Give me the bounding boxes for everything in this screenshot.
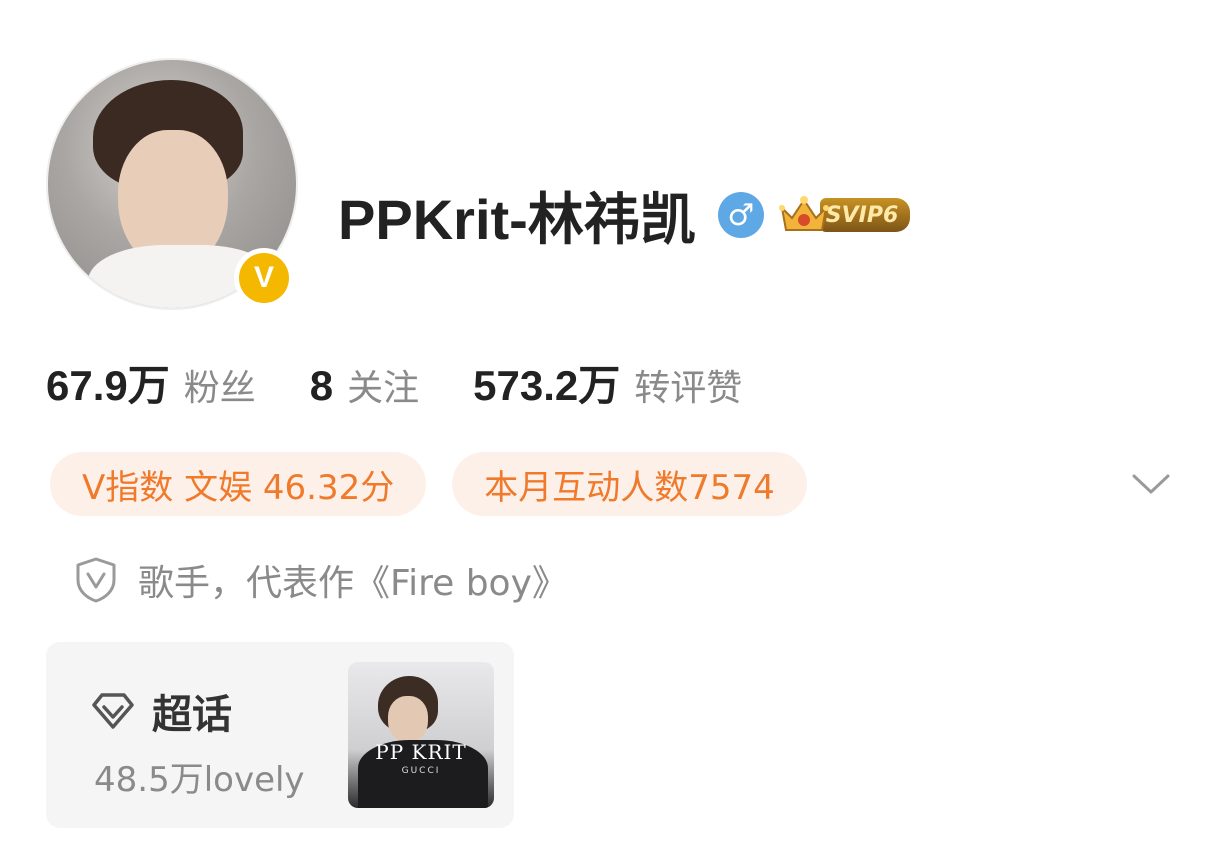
verification-text: 歌手，代表作《Fire boy》: [138, 563, 568, 604]
stat-value: 8: [309, 362, 334, 409]
svip-label: SVIP6: [819, 198, 911, 232]
tag-list: V指数 文娱 46.32分 本月互动人数7574: [50, 452, 807, 516]
stat-value: 67.9万: [46, 362, 170, 409]
diamond-icon: [92, 693, 134, 729]
verification-info: 歌手，代表作《Fire boy》: [74, 552, 568, 608]
shield-v-icon: [76, 557, 116, 603]
name-row: PPKrit-林祎凯 ♂ SVIP6: [338, 180, 911, 251]
svip-badge[interactable]: SVIP6: [778, 194, 911, 236]
thumb-subtitle: GUCCI: [401, 766, 441, 776]
stat-value: 573.2万: [473, 362, 621, 409]
profile-page: V PPKrit-林祎凯 ♂ SVIP6 67.9万 粉丝 8 关注 573.2…: [0, 0, 1224, 867]
supertopic-thumbnail[interactable]: PP KRIT GUCCI: [348, 662, 494, 808]
stat-label: 转评赞: [634, 368, 743, 409]
verified-badge-letter: V: [239, 253, 289, 303]
stat-label: 粉丝: [183, 368, 256, 409]
verified-badge-icon: V: [234, 248, 294, 308]
thumb-face: [388, 696, 428, 742]
stat-following[interactable]: 8 关注: [310, 359, 419, 411]
stat-interactions[interactable]: 573.2万 转评赞: [473, 352, 742, 413]
chevron-down-icon[interactable]: [1128, 460, 1174, 506]
v-index-tag[interactable]: V指数 文娱 46.32分: [50, 452, 427, 516]
supertopic-subtitle: 48.5万lovely: [94, 760, 305, 800]
stat-followers[interactable]: 67.9万 粉丝: [46, 352, 256, 413]
male-gender-icon: ♂: [717, 192, 764, 238]
profile-name: PPKrit-林祎凯: [338, 187, 696, 251]
supertopic-title: 超话: [152, 692, 232, 738]
monthly-interaction-tag[interactable]: 本月互动人数7574: [452, 452, 807, 516]
crown-icon: [778, 196, 829, 231]
stats-row: 67.9万 粉丝 8 关注 573.2万 转评赞: [46, 352, 796, 412]
supertopic-card[interactable]: 超话 48.5万lovely PP KRIT GUCCI: [46, 642, 514, 828]
supertopic-title-row: 超话: [90, 682, 232, 740]
thumb-title: PP KRIT: [375, 740, 467, 764]
stat-label: 关注: [347, 368, 420, 409]
